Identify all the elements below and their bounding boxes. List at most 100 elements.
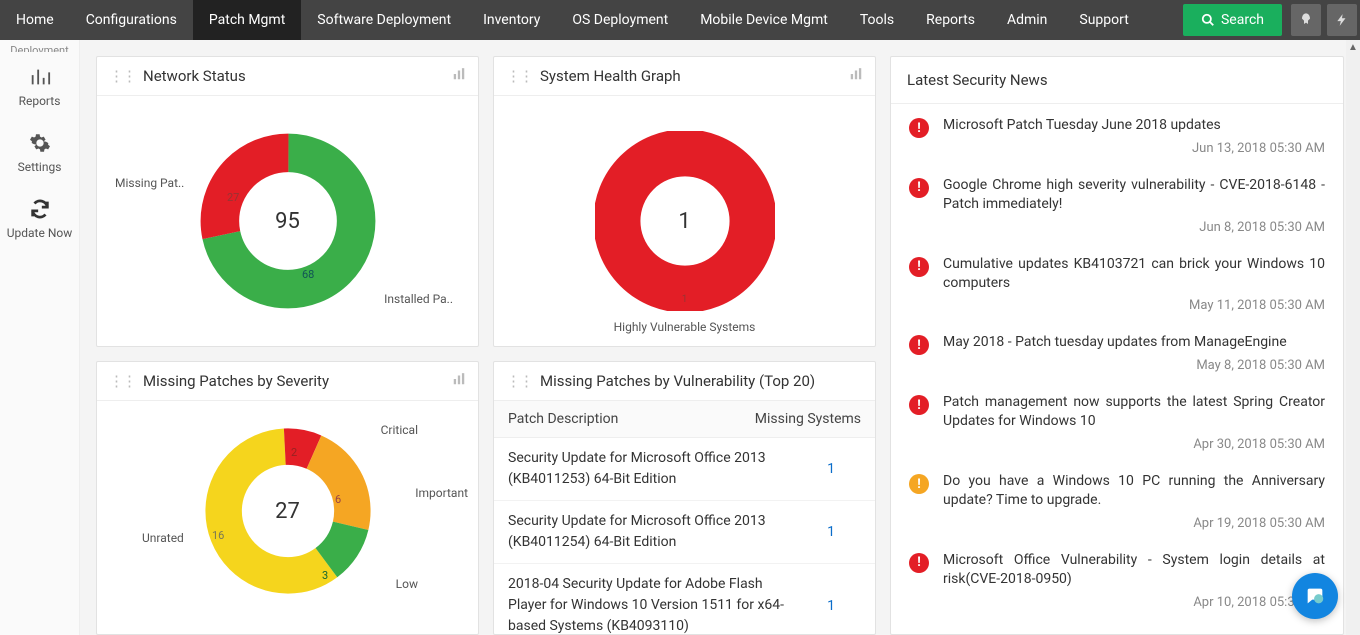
news-item[interactable]: !Microsoft Office Vulnerability - System… bbox=[891, 539, 1343, 618]
news-date: Jun 8, 2018 05:30 AM bbox=[943, 220, 1325, 235]
table-row: Security Update for Microsoft Office 201… bbox=[494, 438, 875, 501]
nav-inventory[interactable]: Inventory bbox=[467, 0, 556, 40]
search-icon bbox=[1201, 13, 1215, 27]
grip-icon[interactable]: ⋮⋮ bbox=[109, 67, 135, 85]
scroll-up-icon[interactable]: ▲ bbox=[1346, 40, 1360, 54]
chat-icon bbox=[1304, 585, 1326, 607]
label-missing: Missing Pat.. bbox=[115, 176, 184, 190]
table-header: Patch Description Missing Systems bbox=[494, 401, 875, 438]
alert-icon: ! bbox=[909, 178, 929, 198]
news-title: Latest Security News bbox=[891, 57, 1343, 104]
chat-button[interactable] bbox=[1292, 573, 1338, 619]
page-scrollbar[interactable]: ▲ bbox=[1346, 40, 1360, 635]
news-headline: Do you have a Windows 10 PC running the … bbox=[943, 472, 1325, 510]
news-headline: Microsoft Patch Tuesday June 2018 update… bbox=[943, 116, 1325, 135]
val-critical: 2 bbox=[291, 446, 297, 459]
search-button[interactable]: Search bbox=[1183, 4, 1282, 36]
news-item[interactable]: !Microsoft Patch Tuesday June 2018 updat… bbox=[891, 104, 1343, 164]
news-item[interactable]: ! Cumulative updates KB4103721 can brick … bbox=[891, 243, 1343, 322]
card-network-status: ⋮⋮ Network Status 95 Missing Pat.. bbox=[96, 56, 479, 347]
grip-icon[interactable]: ⋮⋮ bbox=[506, 67, 532, 85]
news-headline: Patch management now supports the latest… bbox=[943, 393, 1325, 431]
nav-home[interactable]: Home bbox=[0, 0, 70, 40]
label-installed: Installed Pa.. bbox=[384, 292, 453, 306]
news-headline: May 2018 - Patch tuesday updates from Ma… bbox=[943, 333, 1325, 352]
news-headline: Cumulative updates KB4103721 can brick y… bbox=[943, 255, 1325, 293]
chart-icon[interactable] bbox=[452, 372, 466, 390]
row-count[interactable]: 1 bbox=[801, 461, 861, 477]
sidebar-truncated: Deployment bbox=[0, 44, 79, 52]
card-title: Missing Patches by Vulnerability (Top 20… bbox=[540, 372, 815, 390]
search-label: Search bbox=[1221, 12, 1264, 28]
gear-icon bbox=[29, 132, 51, 154]
nav-configurations[interactable]: Configurations bbox=[70, 0, 193, 40]
alert-icon: ! bbox=[909, 553, 929, 573]
val-unrated: 16 bbox=[212, 529, 224, 542]
chart-icon[interactable] bbox=[452, 67, 466, 85]
nav-software-deployment[interactable]: Software Deployment bbox=[301, 0, 467, 40]
sidebar-item-settings[interactable]: Settings bbox=[0, 118, 79, 184]
news-date: May 11, 2018 05:30 AM bbox=[943, 298, 1325, 313]
nav-mdm[interactable]: Mobile Device Mgmt bbox=[684, 0, 844, 40]
warn-icon: ! bbox=[909, 474, 929, 494]
main-content: ⋮⋮ Network Status 95 Missing Pat.. bbox=[80, 40, 1360, 635]
sidebar-item-label: Reports bbox=[19, 94, 61, 108]
refresh-icon bbox=[29, 198, 51, 220]
card-title: System Health Graph bbox=[540, 67, 681, 85]
nav-reports[interactable]: Reports bbox=[910, 0, 991, 40]
row-desc: Security Update for Microsoft Office 201… bbox=[508, 511, 801, 553]
chart-icon[interactable] bbox=[849, 67, 863, 85]
news-item[interactable]: ! Do you have a Windows 10 PC running the… bbox=[891, 460, 1343, 539]
top-nav: Home Configurations Patch Mgmt Software … bbox=[0, 0, 1360, 40]
col-missing-systems: Missing Systems bbox=[741, 411, 861, 427]
nav-os-deployment[interactable]: OS Deployment bbox=[556, 0, 684, 40]
bars-icon bbox=[29, 66, 51, 88]
nav-patch-mgmt[interactable]: Patch Mgmt bbox=[193, 0, 301, 40]
val-low: 3 bbox=[322, 569, 328, 582]
sidebar: Deployment Reports Settings Update Now bbox=[0, 40, 80, 635]
table-body[interactable]: Security Update for Microsoft Office 201… bbox=[494, 438, 875, 634]
flash-button[interactable] bbox=[1327, 4, 1357, 36]
donut-center-value: 95 bbox=[275, 209, 300, 234]
network-donut[interactable]: 95 Missing Pat.. Installed Pa.. 27 68 bbox=[97, 96, 478, 346]
label-important: Important bbox=[415, 486, 468, 500]
val-important: 6 bbox=[335, 493, 341, 506]
row-desc: Security Update for Microsoft Office 201… bbox=[508, 448, 801, 490]
row-desc: 2018-04 Security Update for Adobe Flash … bbox=[508, 574, 801, 634]
label-critical: Critical bbox=[381, 423, 418, 437]
alert-icon: ! bbox=[909, 395, 929, 415]
table-row: Security Update for Microsoft Office 201… bbox=[494, 501, 875, 564]
severity-donut[interactable]: 27 Critical Important Low Unrated 2 6 3 … bbox=[97, 401, 478, 621]
news-item[interactable]: !You may be at risk while using the web … bbox=[891, 618, 1343, 624]
card-system-health: ⋮⋮ System Health Graph 1 Highly Vulnerab… bbox=[493, 56, 876, 347]
grip-icon[interactable]: ⋮⋮ bbox=[109, 372, 135, 390]
news-item[interactable]: !Google Chrome high severity vulnerabili… bbox=[891, 164, 1343, 243]
nav-admin[interactable]: Admin bbox=[991, 0, 1063, 40]
news-list[interactable]: ! Microsoft Patch Tuesday June 2018 updat… bbox=[891, 104, 1343, 624]
alert-icon: ! bbox=[909, 335, 929, 355]
nav-tools[interactable]: Tools bbox=[844, 0, 910, 40]
nav-support[interactable]: Support bbox=[1063, 0, 1144, 40]
rocket-button[interactable] bbox=[1291, 4, 1321, 36]
rocket-icon bbox=[1298, 12, 1314, 28]
label-highly-vulnerable: Highly Vulnerable Systems bbox=[614, 320, 756, 334]
card-title: Missing Patches by Severity bbox=[143, 372, 329, 390]
card-title: Network Status bbox=[143, 67, 246, 85]
news-item[interactable]: ! Patch management now supports the lates… bbox=[891, 381, 1343, 460]
health-donut[interactable]: 1 Highly Vulnerable Systems 1 bbox=[494, 96, 875, 346]
row-count[interactable]: 1 bbox=[801, 524, 861, 540]
news-item[interactable]: ! May 2018 - Patch tuesday updates from M… bbox=[891, 321, 1343, 381]
col-patch-description: Patch Description bbox=[508, 411, 741, 427]
grip-icon[interactable]: ⋮⋮ bbox=[506, 372, 532, 390]
alert-icon: ! bbox=[909, 257, 929, 277]
card-severity: ⋮⋮ Missing Patches by Severity bbox=[96, 361, 479, 635]
sidebar-item-label: Settings bbox=[18, 160, 62, 174]
donut-center-value: 1 bbox=[678, 209, 690, 234]
sidebar-item-reports[interactable]: Reports bbox=[0, 52, 79, 118]
sidebar-item-label: Update Now bbox=[7, 226, 73, 240]
row-count[interactable]: 1 bbox=[801, 598, 861, 614]
label-low: Low bbox=[396, 577, 418, 591]
card-vulnerability: ⋮⋮ Missing Patches by Vulnerability (Top… bbox=[493, 361, 876, 635]
table-row: 2018-04 Security Update for Adobe Flash … bbox=[494, 564, 875, 634]
sidebar-item-update[interactable]: Update Now bbox=[0, 184, 79, 250]
